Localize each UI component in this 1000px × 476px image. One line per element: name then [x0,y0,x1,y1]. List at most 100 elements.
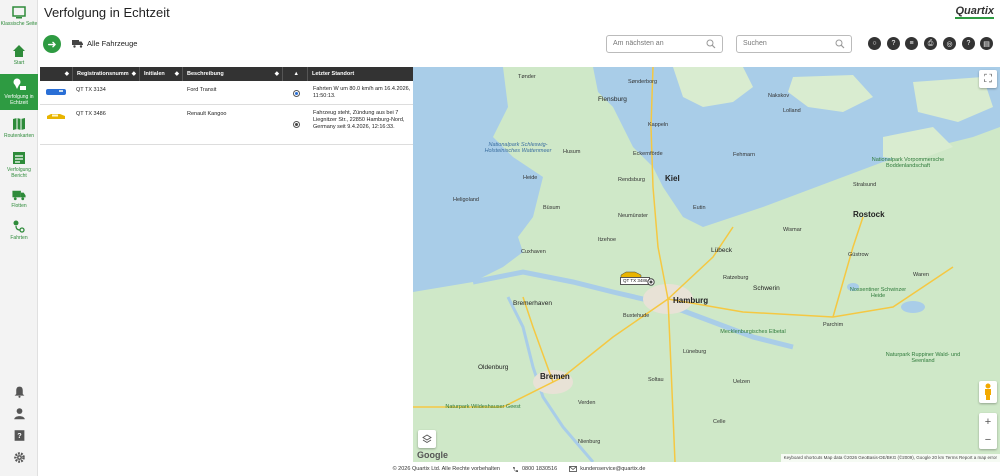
map-label: Eckernförde [633,151,663,157]
sort-icon: ◆ [131,71,136,77]
sidebar-item-tracking[interactable]: Verfolgung in Echtzeit [0,74,38,110]
map-label: Nakskov [768,93,790,99]
fleet-selector[interactable]: Alle Fahrzeuge [72,39,137,48]
sidebar-item-trips[interactable]: Fahrten [0,218,38,242]
notifications-button[interactable] [0,385,38,398]
settings-button[interactable] [0,451,38,464]
email-icon [569,466,578,472]
search-input[interactable]: Suchen [736,35,852,53]
zoom-out-button[interactable]: − [979,431,997,449]
sidebar-item-fleets[interactable]: Flotten [0,187,38,209]
help-button-header[interactable]: ? [962,37,975,50]
map-label: Güstrow [848,252,869,258]
help-book-icon: ? [14,430,24,441]
vehicle-table: ◆ Registrationsnumm ◆ Initialen ◆ Beschr… [40,67,413,145]
sidebar-item-classic-site[interactable]: Klassische Seite [0,4,38,38]
print-icon: ⎙ [927,39,934,47]
status-indicator[interactable] [293,90,300,97]
van-icon [46,89,66,96]
sidebar-item-label: Start [13,60,25,66]
map-label: Verden [578,400,596,406]
settings-gear-icon [13,452,25,463]
map-label: Heide [523,175,538,181]
vehicle-status-pin[interactable] [647,278,655,286]
layout-button[interactable]: ▤ [980,37,993,50]
fleet-icon [72,40,83,48]
sort-icon: ◆ [174,71,179,77]
layers-button[interactable]: ≡ [905,37,918,50]
google-logo: Google [417,450,448,460]
search-placeholder: Suchen [743,40,767,47]
last-location-cell: Fahrzeug steht, Zündung aus bei 7 Liegni… [313,110,405,130]
map-label: Flensburg [598,96,627,103]
refresh-button[interactable]: ➜ [43,35,61,53]
fleet-selector-label: Alle Fahrzeuge [87,39,138,48]
email-address: kundenservice@quartix.de [580,466,646,472]
map-label: Nossentiner Schwinzer Heide [849,287,907,299]
map-label: Itzehoe [598,237,617,243]
description-cell: Renault Kangoo [187,111,227,117]
zoom-in-button[interactable]: + [979,413,997,431]
phone-number: 0800 1830516 [522,466,558,472]
sort-header-vehicle[interactable]: ◆ [40,67,73,81]
status-indicator[interactable] [293,121,300,128]
circle-icon: ○ [872,40,877,47]
map-label: Celle [713,419,726,425]
map-label: Eutin [693,205,706,211]
map-attribution[interactable]: Keyboard shortcuts Map data ©2026 GeoBas… [780,454,1000,462]
target-button[interactable]: ◎ [943,37,956,50]
target-icon: ◎ [946,40,953,48]
sort-up-icon: ▲ [293,71,299,77]
email-link[interactable]: kundenservice@quartix.de [569,466,645,472]
registration-cell: QT TX 3134 [76,87,106,93]
map-label: Bremen [540,372,570,381]
table-row[interactable]: QT TX 3134 Ford Transit Fahrten W um 80.… [40,81,413,105]
map-label: Nationalpark Vorpommersche Boddenlandsch… [871,157,945,169]
help-button[interactable]: ? [0,429,38,442]
sidebar-item-label: Routenkarten [3,133,35,139]
column-header-initials[interactable]: Initialen ◆ [140,67,183,81]
column-label: Letzter Standort [312,71,355,77]
fullscreen-button[interactable]: ⛶ [979,70,997,88]
copyright-text: © 2026 Quartix Ltd. Alle Rechte vorbehal… [392,466,500,472]
home-icon [13,45,25,57]
print-button[interactable]: ⎙ [924,37,937,50]
circle-tool-button[interactable]: ○ [868,37,881,50]
map-label: Bremerhaven [513,300,553,307]
map-label: Fehmarn [733,152,756,158]
column-header-description[interactable]: Beschreibung ◆ [183,67,283,81]
description-cell: Ford Transit [187,87,217,93]
sidebar: Klassische Seite Start Verfolgung in Ech… [0,0,38,476]
sidebar-item-route-maps[interactable]: Routenkarten [0,116,38,142]
sidebar-item-start[interactable]: Start [0,43,38,67]
user-profile-button[interactable] [0,407,38,420]
sidebar-item-label: Flotten [11,203,27,209]
map-layers-button[interactable] [418,430,436,448]
map-label: Lübeck [711,247,732,254]
column-header-status[interactable]: ▲ [283,67,308,81]
arrow-right-icon: ➜ [47,38,57,51]
sidebar-item-tracking-report[interactable]: Verfolgung Bericht [0,150,38,180]
location-help-button[interactable]: ? [887,37,900,50]
nearest-to-input[interactable]: Am nächsten an [606,35,723,53]
question-icon: ? [966,40,971,47]
map-label: Neumünster [618,213,648,219]
street-view-button[interactable] [979,381,997,403]
table-row[interactable]: QT TX 3486 Renault Kangoo Fahrzeug steht… [40,105,413,145]
map-view[interactable]: Tønder Sønderborg Flensburg Nakskov Loll… [413,67,1000,462]
column-header-last-location[interactable]: Letzter Standort [308,67,413,81]
column-header-registration[interactable]: Registrationsnumm ◆ [73,67,140,81]
map-label: Wismar [783,227,802,233]
classic-site-icon [12,6,26,19]
stack-icon: ≡ [909,40,914,47]
map-label: Lolland [783,108,801,114]
map-label: Heligoland [453,197,479,203]
map-label: Stralsund [853,182,877,188]
map-label: Naturpark Wildeshauser Geest [445,404,521,410]
phone-link[interactable]: 0800 1830516 [512,466,557,473]
phone-icon [513,466,518,472]
sidebar-item-label: Verfolgung in Echtzeit [4,94,34,106]
vehicle-marker-label: QT TX 3486 [620,277,651,285]
svg-text:?: ? [17,431,22,440]
column-label: Initialen [144,71,165,77]
